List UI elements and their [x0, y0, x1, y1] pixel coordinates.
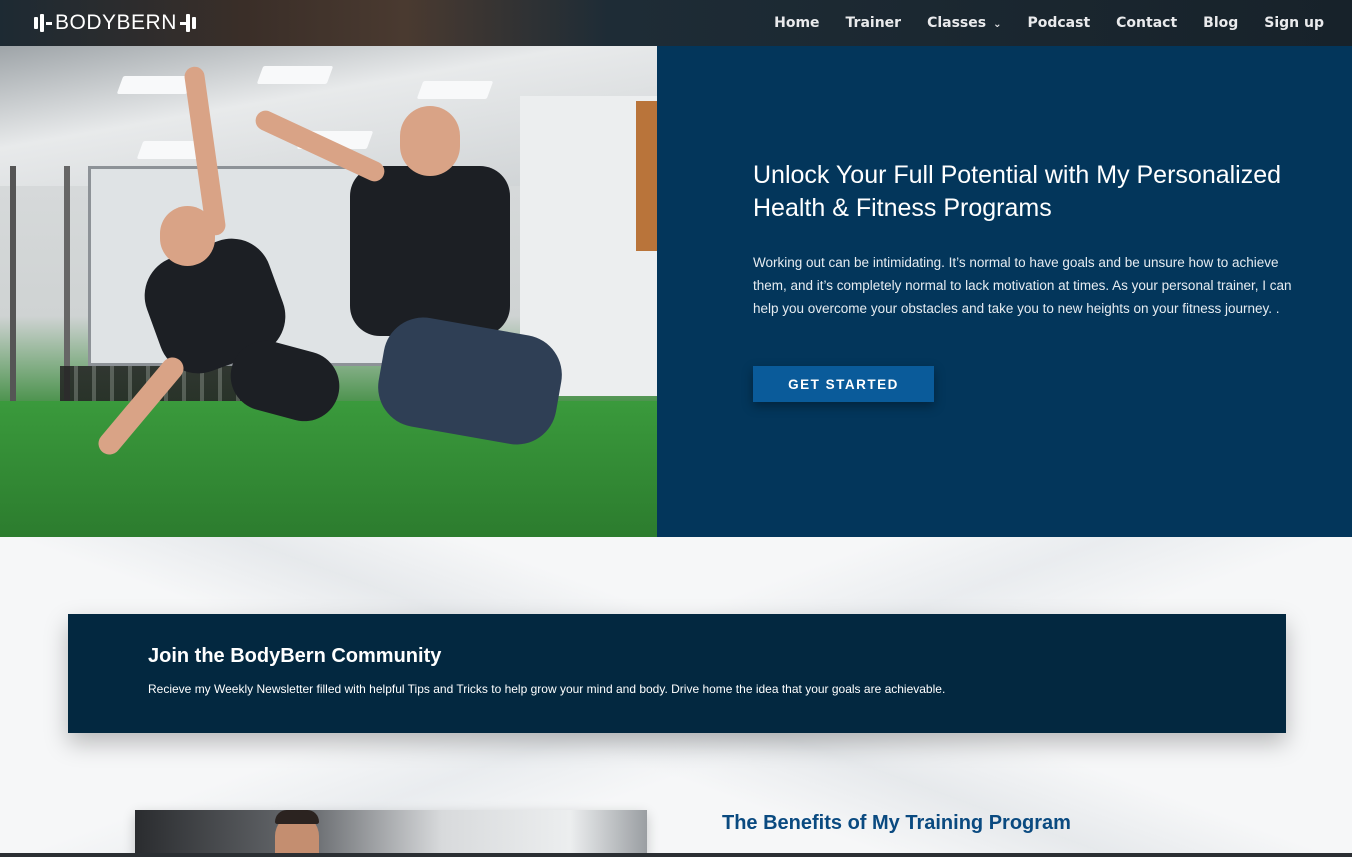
nav-label: Classes [927, 15, 987, 31]
site-logo[interactable]: BODYBERN [34, 11, 198, 35]
trainer-image [135, 810, 647, 857]
photo-turf [0, 401, 657, 537]
hero-title: Unlock Your Full Potential with My Perso… [753, 161, 1282, 222]
hero-section: Unlock Your Full Potential with My Perso… [0, 46, 1352, 537]
hero-description: Working out can be intimidating. It’s no… [753, 255, 1292, 316]
nav-item-contact[interactable]: Contact [1116, 15, 1177, 31]
dumbbell-left-icon [34, 14, 52, 32]
dumbbell-right-icon [179, 14, 198, 32]
photo-person [275, 810, 319, 824]
nav-item-blog[interactable]: Blog [1203, 15, 1238, 31]
nav-label: Sign up [1264, 15, 1324, 31]
get-started-button[interactable]: GET STARTED [753, 366, 934, 402]
hero-image [0, 46, 657, 537]
ceiling-light [116, 76, 194, 94]
nav-item-signup[interactable]: Sign up [1264, 15, 1324, 31]
newsletter-description: Recieve my Weekly Newsletter filled with… [148, 682, 946, 696]
photo-person [400, 106, 460, 176]
photo-person [350, 166, 510, 336]
site-header: BODYBERN Home Trainer Classes ⌄ Podcast C… [0, 0, 1352, 46]
ceiling-light [256, 66, 334, 84]
ceiling-light [416, 81, 494, 99]
photo-door [636, 101, 657, 251]
nav-item-podcast[interactable]: Podcast [1027, 15, 1090, 31]
nav-item-classes[interactable]: Classes ⌄ [927, 15, 1001, 31]
viewport-edge [0, 853, 1352, 857]
chevron-down-icon: ⌄ [993, 18, 1002, 30]
hero-panel: Unlock Your Full Potential with My Perso… [657, 46, 1352, 537]
newsletter-title: Join the BodyBern Community [148, 645, 442, 667]
nav-item-trainer[interactable]: Trainer [846, 15, 902, 31]
main-nav: Home Trainer Classes ⌄ Podcast Contact Bl… [748, 0, 1324, 46]
nav-label: Trainer [845, 15, 902, 31]
nav-label: Home [774, 15, 820, 31]
logo-text: BODYBERN [55, 11, 177, 34]
nav-item-home[interactable]: Home [774, 15, 819, 31]
nav-label: Contact [1116, 15, 1178, 31]
nav-label: Blog [1203, 15, 1239, 31]
benefits-title: The Benefits of My Training Program [722, 812, 1071, 834]
newsletter-banner: Join the BodyBern Community Recieve my W… [68, 614, 1286, 733]
nav-label: Podcast [1027, 15, 1091, 31]
